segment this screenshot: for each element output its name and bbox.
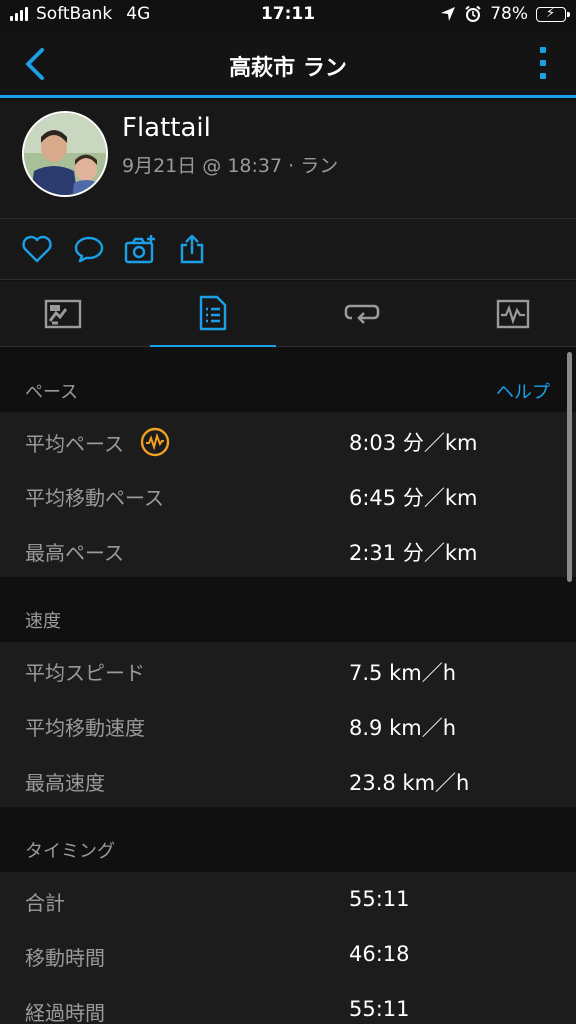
stat-label: 移動時間 — [25, 946, 105, 970]
section-title: ペース — [25, 382, 79, 403]
laps-icon — [344, 304, 380, 324]
stat-row: 経過時間 55:11 — [0, 982, 576, 1024]
status-bar: SoftBank 4G 17:11 78% ⚡ — [0, 0, 576, 32]
stat-label: 平均ペース — [25, 431, 124, 456]
stat-value: 6:45 分／km — [349, 486, 478, 510]
battery-percent: 78% — [490, 4, 528, 24]
tab-stats[interactable] — [150, 281, 276, 347]
tab-charts[interactable] — [450, 281, 576, 347]
share-icon[interactable] — [176, 233, 208, 265]
section-header-timing: タイミング — [0, 807, 576, 871]
stat-label: 平均スピード — [25, 661, 145, 685]
map-icon — [44, 299, 82, 329]
stat-row: 最高速度 23.8 km／h — [0, 752, 576, 807]
status-bar-right: 78% ⚡ — [440, 4, 570, 24]
tab-bar — [0, 281, 576, 347]
charging-bolt-icon: ⚡ — [546, 5, 556, 21]
navigation-bar: 高萩市 ラン — [0, 32, 576, 98]
stat-row: 平均移動速度 8.9 km／h — [0, 697, 576, 752]
stat-value: 46:18 — [349, 942, 410, 966]
alarm-icon — [465, 5, 481, 22]
section-title: タイミング — [25, 841, 115, 862]
stat-value: 8:03 分／km — [349, 431, 478, 455]
stat-row: 最高ペース 2:31 分／km — [0, 522, 576, 577]
user-name[interactable]: Flattail — [122, 113, 211, 143]
activity-meta: 9月21日 @ 18:37 · ラン — [122, 155, 339, 177]
battery-charging-icon: ⚡ — [536, 5, 570, 22]
stat-row: 合計 55:11 — [0, 872, 576, 927]
stat-value: 55:11 — [349, 997, 410, 1021]
scrollbar[interactable] — [567, 352, 572, 582]
avatar-photo — [24, 113, 106, 195]
stat-label: 合計 — [25, 891, 65, 915]
stat-value: 55:11 — [349, 887, 410, 911]
comment-icon[interactable] — [73, 233, 105, 265]
stat-value: 2:31 分／km — [349, 541, 478, 565]
stat-value: 23.8 km／h — [349, 771, 470, 795]
stat-row: 平均スピード 7.5 km／h — [0, 642, 576, 697]
tab-laps[interactable] — [300, 281, 426, 347]
stat-label: 平均移動速度 — [25, 716, 145, 740]
stat-row: 平均ペース 8:03 分／km — [0, 412, 576, 467]
stat-label: 平均移動ペース — [25, 486, 164, 510]
stat-value: 8.9 km／h — [349, 716, 456, 740]
avatar[interactable] — [22, 111, 108, 197]
stat-label: 最高速度 — [25, 771, 105, 795]
add-photo-icon[interactable] — [124, 233, 156, 265]
pace-graph-icon[interactable] — [140, 427, 170, 457]
stat-label: 最高ペース — [25, 541, 124, 565]
activity-header: Flattail 9月21日 @ 18:37 · ラン — [0, 101, 576, 219]
heart-icon[interactable] — [21, 233, 53, 265]
stat-value: 7.5 km／h — [349, 661, 456, 685]
stat-label-wrap: 平均ペース — [25, 427, 170, 457]
stat-row: 移動時間 46:18 — [0, 927, 576, 982]
help-link[interactable]: ヘルプ — [496, 378, 550, 404]
page-title: 高萩市 ラン — [229, 56, 347, 81]
stats-list-icon — [199, 295, 227, 331]
stat-row: 平均移動ペース 6:45 分／km — [0, 467, 576, 522]
section-header-pace: ペース ヘルプ — [0, 348, 576, 412]
chart-icon — [496, 299, 530, 329]
stats-content[interactable]: ペース ヘルプ 平均ペース 8:03 分／km 平均移動ペース 6:45 分／k… — [0, 348, 576, 1024]
section-header-speed: 速度 — [0, 577, 576, 641]
location-arrow-icon — [441, 7, 456, 21]
more-options-icon[interactable] — [540, 47, 546, 79]
tab-map[interactable] — [0, 281, 126, 347]
stat-label: 経過時間 — [25, 1001, 105, 1024]
section-title: 速度 — [25, 611, 61, 632]
action-bar — [0, 219, 576, 280]
